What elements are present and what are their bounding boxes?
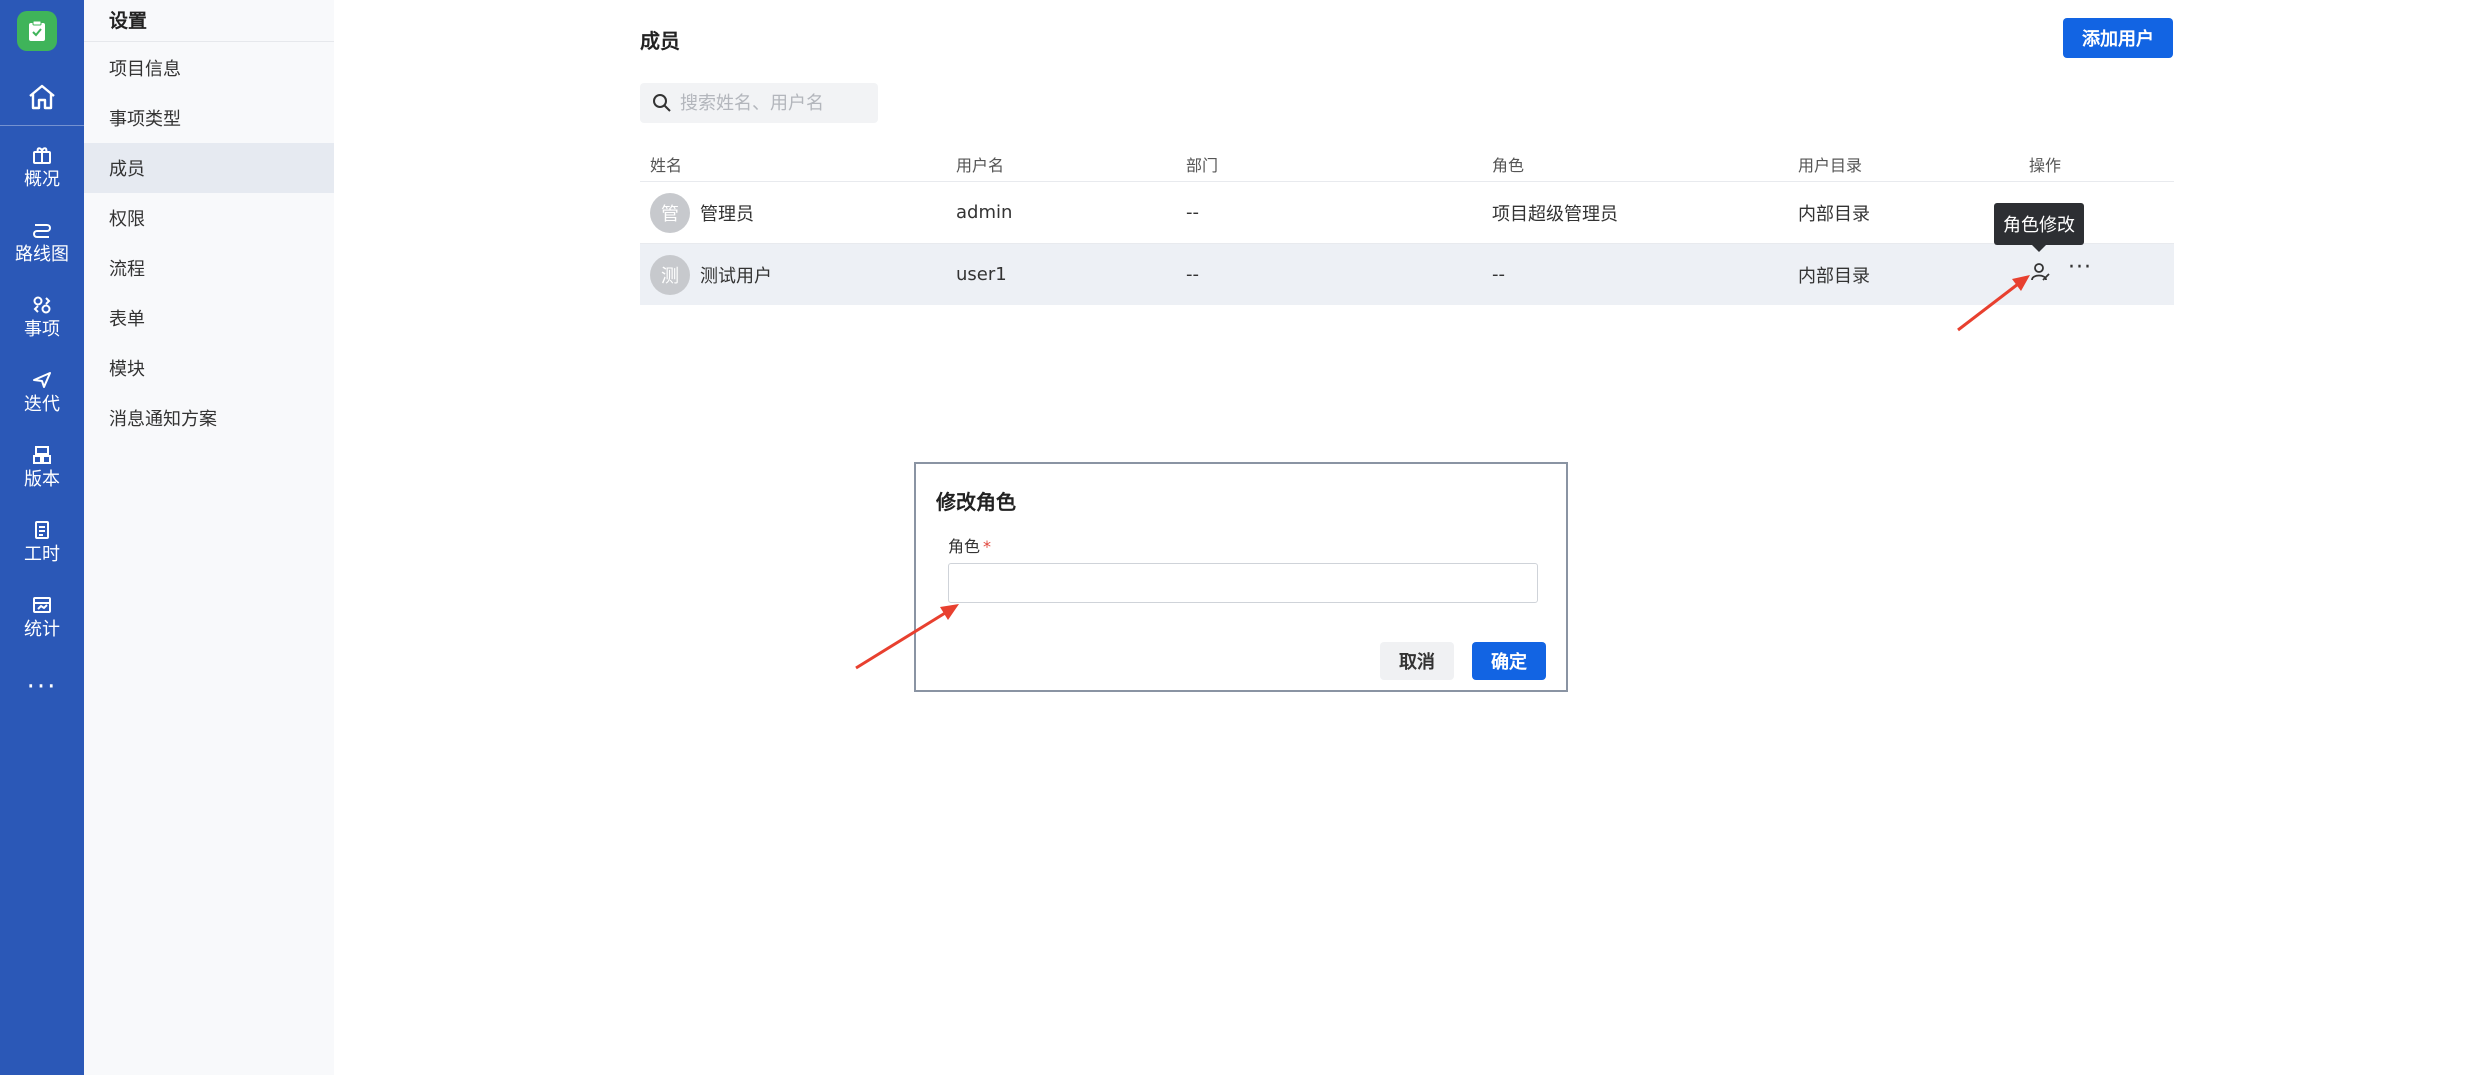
- rail-item-label: 路线图: [15, 244, 69, 265]
- worklog-icon: [31, 519, 53, 541]
- rail-item-label: 事项: [24, 319, 60, 340]
- settings-sidebar: 设置 项目信息 事项类型 成员 权限 流程 表单 模块 消息通知方案: [84, 0, 334, 1075]
- avatar: 管: [650, 193, 690, 233]
- table-row[interactable]: 测 测试用户 user1 -- -- 内部目录: [640, 244, 2174, 305]
- more-actions-button[interactable]: ···: [2068, 255, 2092, 280]
- search-box: [640, 83, 878, 123]
- edit-role-tooltip: 角色修改: [1994, 203, 2084, 252]
- edit-role-icon[interactable]: [2029, 261, 2051, 283]
- table-row[interactable]: 管 管理员 admin -- 项目超级管理员 内部目录: [640, 182, 2174, 243]
- rail-item-label: 统计: [24, 619, 60, 640]
- cell-directory: 内部目录: [1798, 265, 1870, 287]
- sidebar-item-project-info[interactable]: 项目信息: [84, 43, 334, 93]
- sidebar-item-forms[interactable]: 表单: [84, 293, 334, 343]
- cell-name: 测试用户: [700, 265, 772, 287]
- app-logo[interactable]: [17, 11, 57, 51]
- column-header-actions: 操作: [2029, 156, 2062, 175]
- column-header-role: 角色: [1492, 156, 1525, 175]
- search-input[interactable]: [680, 92, 870, 114]
- rail-item-statistics[interactable]: 统计: [0, 584, 84, 650]
- cell-department: --: [1186, 202, 1199, 223]
- required-mark: *: [983, 537, 992, 556]
- rail-item-worklog[interactable]: 工时: [0, 509, 84, 575]
- column-header-directory: 用户目录: [1798, 156, 1863, 175]
- rail-item-roadmap[interactable]: 路线图: [0, 209, 84, 275]
- add-user-button[interactable]: 添加用户: [2063, 18, 2173, 58]
- cell-username: user1: [956, 264, 1007, 285]
- avatar: 测: [650, 255, 690, 295]
- rail-item-sprint[interactable]: 迭代: [0, 359, 84, 425]
- sidebar-item-modules[interactable]: 模块: [84, 343, 334, 393]
- sidebar-item-members[interactable]: 成员: [84, 143, 334, 193]
- sprint-icon: [31, 369, 53, 391]
- cell-role: --: [1492, 264, 1505, 285]
- cell-role: 项目超级管理员: [1492, 203, 1618, 225]
- home-icon: [29, 84, 55, 109]
- cancel-button[interactable]: 取消: [1380, 642, 1454, 680]
- page-title: 成员: [640, 29, 680, 53]
- clipboard-check-icon: [29, 20, 45, 41]
- home-button[interactable]: [0, 68, 84, 126]
- sidebar-item-permissions[interactable]: 权限: [84, 193, 334, 243]
- rail-item-version[interactable]: 版本: [0, 434, 84, 500]
- dialog-title: 修改角色: [936, 490, 1016, 514]
- rail-item-label: 工时: [24, 544, 60, 565]
- column-header-department: 部门: [1186, 156, 1219, 175]
- role-field-label: 角色 *: [948, 533, 991, 557]
- sidebar-title: 设置: [109, 10, 148, 32]
- statistics-icon: [31, 594, 53, 616]
- rail-more-button[interactable]: ···: [0, 672, 84, 702]
- rail-item-issue[interactable]: 事项: [0, 284, 84, 350]
- overview-icon: [31, 144, 53, 166]
- role-label-text: 角色: [948, 537, 981, 556]
- rail-item-overview[interactable]: 概况: [0, 134, 84, 200]
- app-rail: 概况 路线图 事项 迭代 版本 工时 统计 ···: [0, 0, 84, 1075]
- cell-name: 管理员: [700, 203, 754, 225]
- search-icon: [653, 94, 671, 112]
- sidebar-item-workflow[interactable]: 流程: [84, 243, 334, 293]
- rail-item-label: 概况: [24, 169, 60, 190]
- sidebar-divider: [84, 41, 334, 42]
- column-header-username: 用户名: [956, 156, 1005, 175]
- roadmap-icon: [31, 219, 53, 241]
- column-header-name: 姓名: [650, 156, 683, 175]
- role-select[interactable]: [948, 563, 1538, 603]
- confirm-button[interactable]: 确定: [1472, 642, 1546, 680]
- rail-item-label: 迭代: [24, 394, 60, 415]
- sidebar-item-notifications[interactable]: 消息通知方案: [84, 393, 334, 443]
- cell-username: admin: [956, 202, 1013, 223]
- cell-department: --: [1186, 264, 1199, 285]
- version-icon: [31, 444, 53, 466]
- rail-item-label: 版本: [24, 469, 60, 490]
- cell-directory: 内部目录: [1798, 203, 1870, 225]
- sidebar-item-issue-types[interactable]: 事项类型: [84, 93, 334, 143]
- issue-icon: [31, 294, 53, 316]
- edit-role-dialog: 修改角色 角色 * 取消 确定: [914, 462, 1568, 692]
